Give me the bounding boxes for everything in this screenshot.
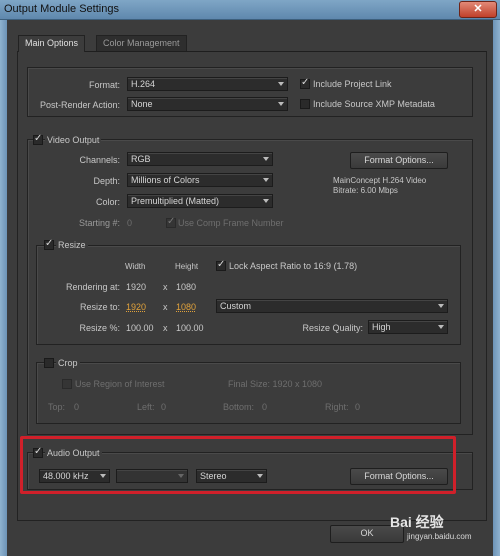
resize-quality-value: High [372,322,391,332]
baidu-watermark-logo: Bai 经验 [390,514,444,530]
final-size-label: Final Size: 1920 x 1080 [228,379,323,389]
resize-quality-dropdown[interactable]: High [368,320,448,334]
post-render-label: Post-Render Action: [39,100,120,110]
chevron-down-icon [438,325,444,329]
chevron-down-icon [438,304,444,308]
crop-right-label: Right: [325,402,349,412]
resize-to-x: x [163,302,168,312]
window-title: Output Module Settings [4,3,119,15]
crop-section-title: Crop [56,358,80,368]
crop-top-value: 0 [74,402,80,412]
lock-aspect-label: Lock Aspect Ratio to 16:9 (1.78) [229,261,358,271]
height-column-header: Height [175,262,199,271]
resize-percent-width: 100.00 [126,323,154,333]
format-dropdown-value: H.264 [131,79,156,89]
channels-label: Channels: [79,155,120,165]
color-dropdown[interactable]: Premultiplied (Matted) [127,194,273,208]
post-render-dropdown[interactable]: None [127,97,288,111]
include-project-link-checkbox[interactable] [300,77,310,89]
chevron-down-icon [278,82,284,86]
resize-checkbox[interactable] [44,238,54,250]
color-dropdown-value: Premultiplied (Matted) [131,196,220,206]
use-roi-label: Use Region of Interest [75,379,165,389]
rendering-width: 1920 [126,282,147,292]
chevron-down-icon [263,157,269,161]
resize-percent-label: Resize %: [79,323,120,333]
window-frame-left [0,20,7,556]
crop-bottom-value: 0 [262,402,268,412]
codec-info-line-1: MainConcept H.264 Video [333,176,427,185]
channels-dropdown[interactable]: RGB [127,152,273,166]
color-label: Color: [95,197,120,207]
resize-preset-value: Custom [220,301,252,311]
codec-info-line-2: Bitrate: 6.00 Mbps [333,186,398,195]
tab-main-options[interactable]: Main Options [18,35,86,52]
baidu-watermark-url: jingyan.baidu.com [407,532,472,541]
resize-to-width-field[interactable]: 1920 [126,302,146,312]
include-xmp-label: Include Source XMP Metadata [313,99,435,109]
crop-right-value: 0 [355,402,361,412]
format-label: Format: [88,80,120,90]
chevron-down-icon [263,199,269,203]
chevron-down-icon [278,102,284,106]
resize-preset-dropdown[interactable]: Custom [216,299,448,313]
crop-checkbox[interactable] [44,358,54,368]
lock-aspect-checkbox[interactable] [216,259,226,271]
use-comp-frame-checkbox [166,216,176,228]
post-render-dropdown-value: None [131,99,153,109]
rendering-at-label: Rendering at: [65,282,120,292]
resize-to-label: Resize to: [79,302,120,312]
rendering-height: 1080 [176,282,197,292]
format-dropdown[interactable]: H.264 [127,77,288,91]
title-bar: Output Module Settings ✕ [0,0,500,20]
resize-quality-label: Resize Quality: [302,323,363,333]
depth-dropdown-value: Millions of Colors [131,175,200,185]
include-project-link-label: Include Project Link [313,79,392,89]
depth-dropdown[interactable]: Millions of Colors [127,173,273,187]
video-format-options-button[interactable]: Format Options... [350,152,448,169]
video-output-checkbox[interactable] [33,133,43,145]
crop-left-value: 0 [161,402,167,412]
video-output-section-title: Video Output [45,135,102,145]
starting-number-value: 0 [127,218,133,228]
resize-percent-height: 100.00 [176,323,204,333]
resize-percent-x: x [163,323,168,333]
include-xmp-checkbox[interactable] [300,99,310,109]
resize-to-height-field[interactable]: 1080 [176,302,196,312]
use-comp-frame-label: Use Comp Frame Number [178,218,284,228]
crop-top-label: Top: [48,402,66,412]
width-column-header: Width [125,262,146,271]
close-button[interactable]: ✕ [459,1,497,18]
starting-number-label: Starting #: [78,218,120,228]
window-frame-right [493,20,500,556]
highlight-annotation [20,436,456,494]
rendering-x: x [163,282,168,292]
crop-left-label: Left: [137,402,155,412]
crop-bottom-label: Bottom: [223,402,255,412]
use-roi-checkbox [62,379,72,389]
channels-dropdown-value: RGB [131,154,151,164]
crop-group [36,362,461,424]
depth-label: Depth: [93,176,120,186]
resize-section-title: Resize [56,240,88,250]
tab-color-management[interactable]: Color Management [96,35,187,51]
chevron-down-icon [263,178,269,182]
